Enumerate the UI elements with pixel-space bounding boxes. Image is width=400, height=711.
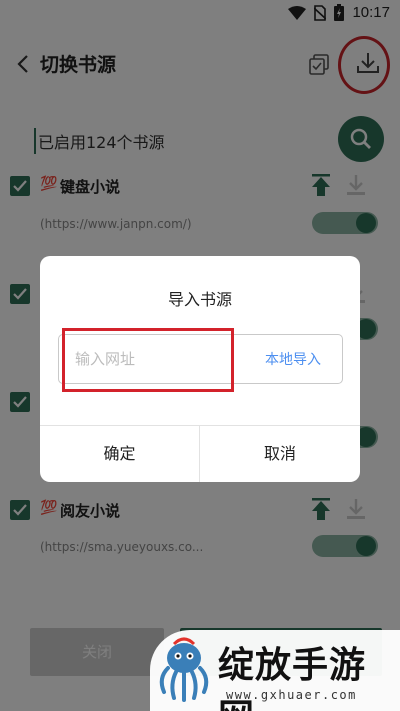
local-import-link[interactable]: 本地导入 — [265, 349, 321, 369]
cancel-button[interactable]: 取消 — [200, 426, 360, 482]
confirm-button[interactable]: 确定 — [40, 426, 199, 482]
dialog-title: 导入书源 — [167, 290, 232, 309]
watermark: 绽放手游网 www.gxhuaer.com — [150, 630, 400, 711]
book-source-screen: 10:17 切换书源 💯 键盘小说 (https://www.janpn.com… — [0, 0, 400, 711]
watermark-url: www.gxhuaer.com — [226, 688, 357, 702]
octopus-logo-icon — [159, 637, 209, 702]
url-highlight-box — [62, 328, 234, 392]
import-source-dialog: 导入书源 本地导入 确定 取消 — [40, 256, 360, 482]
